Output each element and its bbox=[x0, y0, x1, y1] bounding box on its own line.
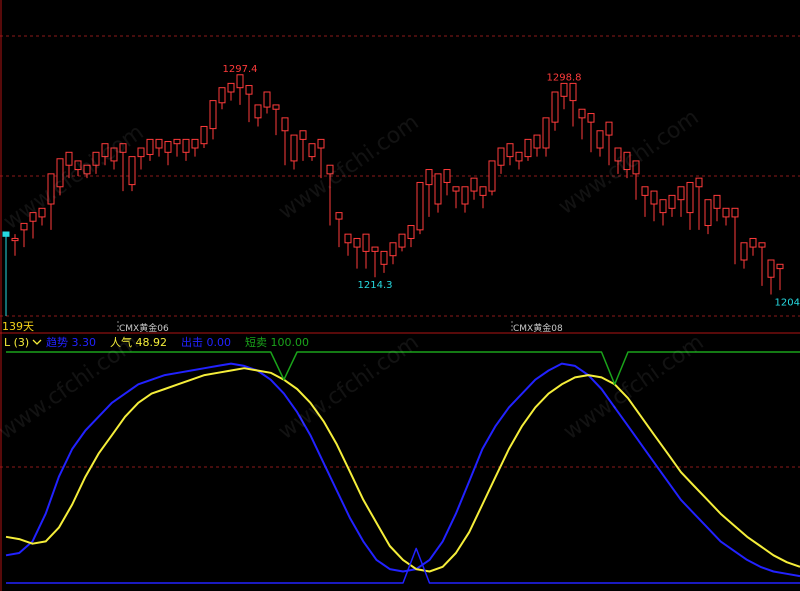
candle-body bbox=[254, 104, 262, 119]
candle-body bbox=[641, 186, 649, 196]
candle-body bbox=[353, 237, 361, 248]
candle-body bbox=[11, 237, 19, 242]
candle-body bbox=[128, 156, 136, 186]
candle-body bbox=[488, 160, 496, 192]
series-line-2 bbox=[5, 367, 800, 573]
candle-body bbox=[137, 147, 145, 158]
candle-body bbox=[407, 225, 415, 239]
candle-body bbox=[434, 173, 442, 205]
candle-body bbox=[308, 143, 316, 158]
price-label-high-2: 1298.8 bbox=[547, 72, 582, 83]
candle-body bbox=[281, 117, 289, 132]
candle-body bbox=[704, 199, 712, 227]
candlestick-series bbox=[2, 74, 784, 316]
candle-body bbox=[263, 91, 271, 108]
price-label-high-1: 1297.4 bbox=[223, 64, 258, 75]
candle-body bbox=[227, 82, 235, 93]
candle-body bbox=[470, 177, 478, 192]
candle-body bbox=[767, 259, 775, 278]
watermark-group: www.cfchi.com www.cfchi.com www.cfchi.co… bbox=[0, 105, 709, 445]
candle-body bbox=[209, 100, 217, 130]
candle-body bbox=[506, 143, 514, 158]
candle-body bbox=[182, 138, 190, 153]
candle-body bbox=[569, 82, 577, 102]
legend-item: 短卖 100.00 bbox=[245, 335, 309, 349]
candle-body bbox=[452, 186, 460, 192]
candle-body bbox=[200, 125, 208, 145]
price-label-low-1: 1214.3 bbox=[358, 280, 393, 291]
series-line-3 bbox=[6, 547, 800, 584]
candle-body bbox=[398, 233, 406, 248]
indicator-panel: L (3) 趋势 3.30 人气 48.92 出击 0.00 短卖 100.00 bbox=[0, 333, 800, 591]
series-line-1 bbox=[5, 362, 800, 578]
candle-body bbox=[245, 85, 253, 95]
candle-body bbox=[191, 138, 199, 149]
futures-chart: 1297.41214.31298.81204 139天 CMX黄金06 CMX黄… bbox=[0, 0, 800, 591]
chevron-down-icon[interactable] bbox=[32, 339, 42, 345]
candle-body bbox=[344, 233, 352, 244]
candle-body bbox=[722, 207, 730, 218]
candle-body bbox=[164, 141, 172, 153]
candle-body bbox=[731, 207, 739, 218]
candle-body bbox=[668, 194, 676, 209]
candle-body bbox=[713, 194, 721, 209]
candle-body bbox=[236, 74, 244, 89]
candle-body bbox=[776, 263, 784, 270]
candle-body bbox=[389, 242, 397, 257]
candle-body bbox=[2, 231, 10, 237]
candle-body bbox=[461, 186, 469, 205]
candle-body bbox=[146, 138, 154, 155]
candle-body bbox=[560, 82, 568, 97]
candle-body bbox=[533, 134, 541, 149]
indicator-title[interactable]: L (3) bbox=[4, 336, 29, 349]
candle-body bbox=[605, 121, 613, 136]
main-panel: 1297.4 1214.3 1298.8 1204 bbox=[0, 0, 800, 333]
price-label-low-2: 1204 bbox=[775, 297, 800, 308]
watermark-text: www.cfchi.com bbox=[274, 110, 423, 225]
candle-body bbox=[758, 242, 766, 248]
candle-body bbox=[335, 212, 343, 220]
contract-label-2: CMX黄金08 bbox=[513, 322, 563, 334]
candle-body bbox=[425, 169, 433, 186]
candle-body bbox=[218, 87, 226, 104]
candle-body bbox=[380, 250, 388, 265]
legend-item: 出击 0.00 bbox=[181, 335, 231, 349]
candle-body bbox=[290, 134, 298, 162]
candle-body bbox=[416, 181, 424, 231]
candle-body bbox=[443, 169, 451, 183]
candle-body bbox=[740, 242, 748, 261]
watermark-text: www.cfchi.com bbox=[559, 330, 708, 445]
candle-body bbox=[650, 190, 658, 205]
candle-body bbox=[362, 233, 370, 252]
candle-body bbox=[578, 108, 586, 119]
candle-body bbox=[371, 246, 379, 252]
candle-body bbox=[173, 138, 181, 145]
candle-body bbox=[677, 186, 685, 201]
candle-body bbox=[659, 199, 667, 214]
candle-body bbox=[155, 138, 163, 149]
candle-body bbox=[695, 177, 703, 188]
candle-body bbox=[497, 147, 505, 166]
indicator-selector[interactable]: L (3) bbox=[4, 336, 42, 349]
candle-body bbox=[542, 117, 550, 149]
candle-body bbox=[299, 130, 307, 140]
candle-body bbox=[686, 181, 694, 214]
candle-body bbox=[272, 104, 280, 110]
legend-item: 趋势 3.30 bbox=[46, 336, 96, 349]
candle-body bbox=[587, 113, 595, 123]
candle-body bbox=[479, 186, 487, 196]
candle-body bbox=[317, 138, 325, 149]
candle-body bbox=[749, 237, 757, 248]
watermark-text: www.cfchi.com bbox=[0, 120, 149, 235]
candle-body bbox=[515, 151, 523, 162]
candle-body bbox=[524, 138, 532, 158]
period-label: 139天 bbox=[2, 320, 34, 333]
candle-body bbox=[596, 130, 604, 149]
candle-body bbox=[551, 91, 559, 123]
indicator-legend: 趋势 3.30 人气 48.92 出击 0.00 短卖 100.00 bbox=[46, 335, 309, 349]
